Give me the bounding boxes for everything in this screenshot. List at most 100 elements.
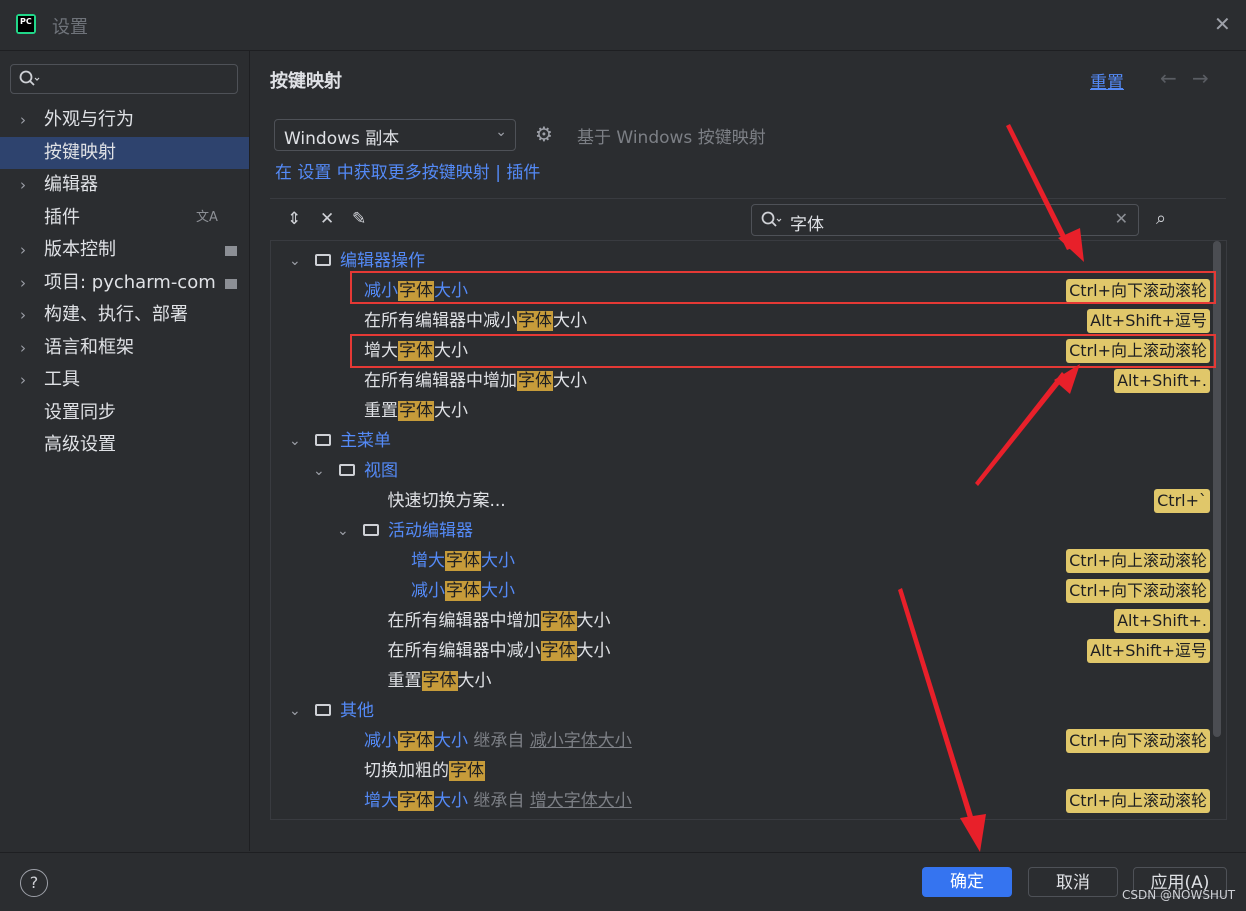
search-match-highlight: 字体 <box>449 761 485 781</box>
tree-action-row[interactable]: 增大字体大小 继承自 增大字体大小 Ctrl+向上滚动滚轮 <box>271 786 1216 816</box>
tree-action-row[interactable]: 切换加粗的字体 <box>271 756 1216 786</box>
action-label: 减小字体大小 <box>411 576 515 606</box>
action-label: 在所有编辑器中减小字体大小 <box>364 306 587 336</box>
forward-arrow-icon[interactable]: → <box>1192 66 1209 90</box>
expand-all-icon[interactable]: ⇕ <box>287 209 301 229</box>
sidebar-item[interactable]: › 工具 <box>0 364 249 396</box>
tree-action-row[interactable]: 快速切换方案... Ctrl+` <box>271 486 1216 516</box>
tree-folder-row[interactable]: ⌄ 视图 <box>271 456 1216 486</box>
action-text: 重置 <box>364 401 398 421</box>
keymap-scheme-select[interactable]: Windows 副本 ⌄ <box>274 119 516 151</box>
keymap-search-input[interactable]: 字体 ✕ <box>751 204 1139 236</box>
inherit-text: 继承自 <box>473 791 525 811</box>
sidebar-item[interactable]: 设置同步 <box>0 397 249 429</box>
action-text: 减小 <box>364 731 398 751</box>
project-level-icon <box>225 278 237 289</box>
folder-label: 其他 <box>340 701 374 721</box>
inherit-link[interactable]: 增大字体大小 <box>530 791 632 811</box>
folder-label: 视图 <box>364 461 398 481</box>
gear-icon[interactable]: ⚙ <box>535 122 553 146</box>
action-text: 减小 <box>411 581 445 601</box>
back-arrow-icon[interactable]: ← <box>1160 66 1177 90</box>
sidebar-item[interactable]: › 项目: pycharm-com <box>0 267 249 299</box>
chevron-down-icon[interactable]: ⌄ <box>289 426 301 456</box>
chevron-down-icon[interactable]: ⌄ <box>289 246 301 276</box>
sidebar-item[interactable]: › 外观与行为 <box>0 104 249 136</box>
shortcut-badge: Ctrl+向上滚动滚轮 <box>1066 549 1210 573</box>
sidebar-item-label: 构建、执行、部署 <box>44 304 188 325</box>
tree-folder-row[interactable]: ⌄ 主菜单 <box>271 426 1216 456</box>
cancel-button[interactable]: 取消 <box>1028 867 1118 897</box>
sidebar-item-label: 按键映射 <box>44 141 116 163</box>
inherit-link[interactable]: 减小字体大小 <box>530 731 632 751</box>
window-title: 设置 <box>52 17 88 38</box>
chevron-down-icon[interactable]: ⌄ <box>289 696 301 726</box>
sidebar-search-input[interactable] <box>10 64 238 94</box>
action-label: 在所有编辑器中减小字体大小 <box>388 636 611 666</box>
sidebar-item[interactable]: › 编辑器 <box>0 169 249 201</box>
inherit-label: 继承自 减小字体大小 <box>468 731 632 751</box>
edit-pencil-icon[interactable]: ✎ <box>352 209 366 229</box>
sidebar-item-label: 编辑器 <box>44 174 98 195</box>
search-match-highlight: 字体 <box>540 611 577 631</box>
tree-folder-row[interactable]: ⌄ 其他 <box>271 696 1216 726</box>
action-text: 大小 <box>576 641 611 661</box>
tree-action-row[interactable]: 在所有编辑器中增加字体大小 Alt+Shift+. <box>271 606 1216 636</box>
search-value: 字体 <box>790 215 824 235</box>
action-text: 在所有编辑器中减小 <box>387 641 541 661</box>
shortcut-badge: Ctrl+向上滚动滚轮 <box>1066 789 1210 813</box>
close-icon[interactable]: ✕ <box>1214 12 1231 36</box>
reset-link[interactable]: 重置 <box>1090 68 1124 93</box>
chevron-right-icon: › <box>20 111 26 129</box>
sidebar-item[interactable]: 按键映射 <box>0 136 249 169</box>
chevron-right-icon: › <box>20 338 26 357</box>
tree-scrollbar[interactable] <box>1213 241 1221 737</box>
find-by-shortcut-icon[interactable]: ⌕ <box>1156 208 1166 229</box>
collapse-all-icon[interactable]: ✕ <box>320 209 334 229</box>
divider <box>270 198 1226 199</box>
sidebar-item[interactable]: 高级设置 <box>0 429 249 461</box>
sidebar-item[interactable]: › 版本控制 <box>0 234 249 266</box>
tree-action-row[interactable]: 重置字体大小 <box>271 396 1216 426</box>
clear-icon[interactable]: ✕ <box>1115 209 1128 228</box>
tree-action-row[interactable]: 增大字体大小 Ctrl+向上滚动滚轮 <box>271 546 1216 576</box>
tree-action-row[interactable]: 减小字体大小 Ctrl+向下滚动滚轮 <box>271 576 1216 606</box>
action-label: 增大字体大小 继承自 增大字体大小 <box>364 786 632 816</box>
folder-label: 主菜单 <box>340 431 391 451</box>
shortcut-badge: Ctrl+向下滚动滚轮 <box>1066 729 1210 753</box>
search-match-highlight: 字体 <box>540 641 577 661</box>
action-text: 大小 <box>481 551 515 571</box>
tree-action-row[interactable]: 在所有编辑器中减小字体大小 Alt+Shift+逗号 <box>271 306 1216 336</box>
sidebar-item-label: 工具 <box>44 369 80 390</box>
help-button[interactable]: ? <box>20 869 48 897</box>
ok-button[interactable]: 确定 <box>922 867 1012 897</box>
action-label: 增大字体大小 <box>411 546 515 576</box>
action-text: 大小 <box>434 731 468 751</box>
watermark: CSDN @NOWSHUT <box>1122 888 1236 902</box>
get-more-keymaps-link[interactable]: 在 设置 中获取更多按键映射 | 插件 <box>275 158 540 183</box>
chevron-down-icon[interactable]: ⌄ <box>313 456 325 486</box>
sidebar-item[interactable]: › 语言和框架 <box>0 332 249 364</box>
tree-action-row[interactable]: 在所有编辑器中减小字体大小 Alt+Shift+逗号 <box>271 636 1216 666</box>
tree-action-row[interactable]: 减小字体大小 继承自 减小字体大小 Ctrl+向下滚动滚轮 <box>271 726 1216 756</box>
folder-label: 活动编辑器 <box>388 521 473 541</box>
chevron-down-icon[interactable]: ⌄ <box>337 516 349 546</box>
action-text: 大小 <box>457 671 492 691</box>
action-text: 大小 <box>553 311 587 331</box>
sidebar-item[interactable]: 插件 文A <box>0 202 249 234</box>
sidebar-item[interactable]: › 构建、执行、部署 <box>0 299 249 331</box>
based-on-label: 基于 Windows 按键映射 <box>577 128 766 148</box>
shortcut-badge: Alt+Shift+逗号 <box>1087 639 1210 663</box>
search-icon <box>761 211 782 227</box>
keymap-tree: ⌄ 编辑器操作 减小字体大小 Ctrl+向下滚动滚轮 在所有编辑器中减小字体大小 Alt+… <box>270 240 1227 820</box>
chevron-right-icon: › <box>20 306 26 324</box>
action-text: 在所有编辑器中增加 <box>387 611 541 631</box>
tree-action-row[interactable]: 重置字体大小 <box>271 666 1216 696</box>
shortcut-badge: Ctrl+` <box>1154 489 1210 513</box>
tree-action-row[interactable]: 在所有编辑器中增加字体大小 Alt+Shift+. <box>271 366 1216 396</box>
action-text: 大小 <box>434 791 468 811</box>
tree-folder-row[interactable]: ⌄ 活动编辑器 <box>271 516 1216 546</box>
folder-icon <box>339 464 355 476</box>
action-text: 大小 <box>576 611 611 631</box>
sidebar-item-label: 插件 <box>44 206 80 228</box>
